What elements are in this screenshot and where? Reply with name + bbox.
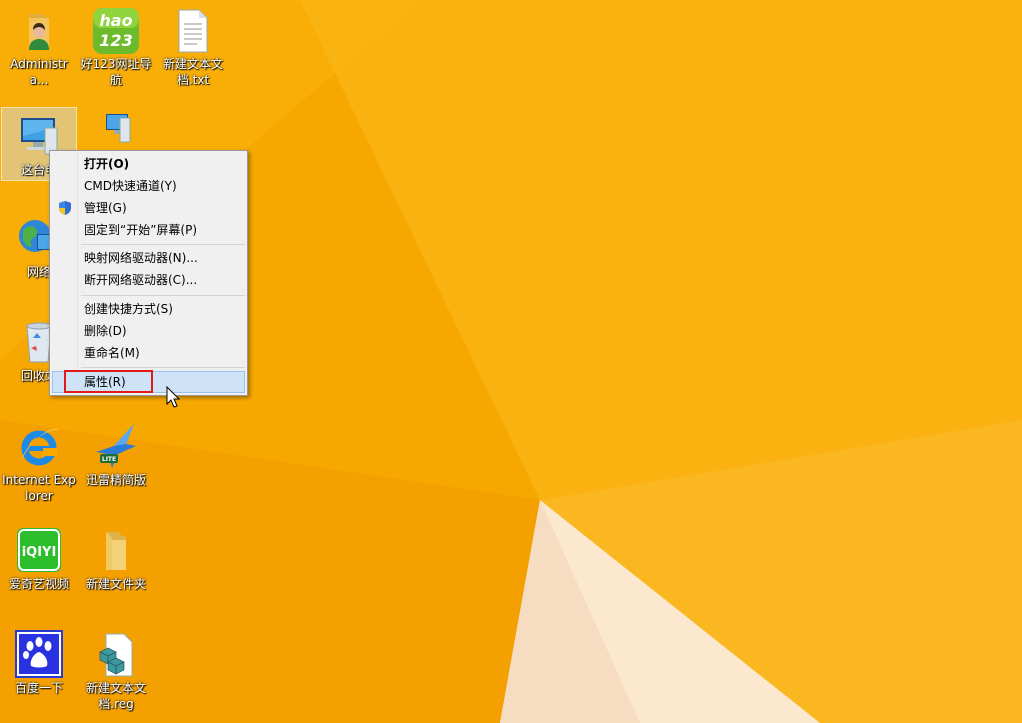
mouse-cursor-icon bbox=[166, 386, 180, 408]
menu-separator bbox=[81, 367, 245, 368]
thunder-bird-icon: LITE bbox=[92, 422, 140, 470]
internet-explorer-icon bbox=[15, 422, 63, 470]
uac-shield-icon bbox=[57, 200, 73, 216]
icon-label: 好123网址导航 bbox=[80, 57, 152, 87]
icon-label: Administra... bbox=[10, 57, 68, 87]
registry-file-icon bbox=[92, 630, 140, 678]
annotation-highlight-box bbox=[64, 370, 153, 393]
menu-item-rename[interactable]: 重命名(M) bbox=[52, 342, 245, 364]
hao123-icon: hao 123 bbox=[92, 6, 140, 54]
icon-label: 爱奇艺视频 bbox=[8, 577, 69, 591]
icon-label: 新建文本文档.reg bbox=[85, 681, 146, 711]
menu-separator bbox=[81, 295, 245, 296]
menu-item-label: 重命名(M) bbox=[84, 346, 140, 360]
desktop-icon-internet-explorer[interactable]: Internet Explorer bbox=[2, 418, 76, 504]
baidu-paw-icon bbox=[15, 630, 63, 678]
desktop-icon-administrator[interactable]: Administra... bbox=[2, 2, 76, 88]
menu-item-pin-to-start[interactable]: 固定到“开始”屏幕(P) bbox=[52, 219, 245, 241]
desktop-icon-new-folder[interactable]: 新建文件夹 bbox=[79, 522, 153, 592]
lite-badge: LITE bbox=[102, 456, 116, 463]
icon-label: Internet Explorer bbox=[2, 473, 76, 503]
menu-item-label: 映射网络驱动器(N)... bbox=[84, 251, 198, 265]
user-folder-icon bbox=[15, 6, 63, 54]
menu-item-label: 打开(O) bbox=[84, 157, 130, 171]
text-document-icon bbox=[169, 6, 217, 54]
menu-separator bbox=[81, 244, 245, 245]
icon-label: 新建文本文档.txt bbox=[162, 57, 223, 87]
desktop-icon-thunder-lite[interactable]: LITE 迅雷精简版 bbox=[79, 418, 153, 488]
iqiyi-logo-text: iQIYI bbox=[22, 545, 57, 560]
desktop-icon-hao123[interactable]: hao 123 好123网址导航 bbox=[79, 2, 153, 88]
menu-item-delete[interactable]: 删除(D) bbox=[52, 320, 245, 342]
icon-label: 迅雷精简版 bbox=[85, 473, 146, 487]
desktop-icon-baidu[interactable]: 百度一下 bbox=[2, 626, 76, 696]
icon-label: 百度一下 bbox=[14, 681, 63, 695]
icon-label: 新建文件夹 bbox=[85, 577, 146, 591]
menu-item-label: 删除(D) bbox=[84, 324, 127, 338]
menu-item-manage[interactable]: 管理(G) bbox=[52, 197, 245, 219]
menu-item-create-shortcut[interactable]: 创建快捷方式(S) bbox=[52, 298, 245, 320]
menu-item-disconnect-network-drive[interactable]: 断开网络驱动器(C)... bbox=[52, 269, 245, 291]
menu-item-label: 断开网络驱动器(C)... bbox=[84, 273, 198, 287]
svg-text:hao: hao bbox=[99, 11, 132, 30]
desktop-icon-iqiyi[interactable]: iQIYI 爱奇艺视频 bbox=[2, 522, 76, 592]
menu-item-label: CMD快速通道(Y) bbox=[84, 179, 177, 193]
folder-icon bbox=[92, 526, 140, 574]
menu-item-open[interactable]: 打开(O) bbox=[52, 153, 245, 175]
iqiyi-icon: iQIYI bbox=[15, 526, 63, 574]
context-menu: 打开(O) CMD快速通道(Y) 管理(G) 固定到“开始”屏幕(P) 映射网络… bbox=[49, 150, 248, 396]
menu-item-label: 创建快捷方式(S) bbox=[84, 302, 173, 316]
menu-item-label: 固定到“开始”屏幕(P) bbox=[84, 223, 198, 237]
menu-item-map-network-drive[interactable]: 映射网络驱动器(N)... bbox=[52, 247, 245, 269]
desktop-icon-new-text-doc[interactable]: 新建文本文档.txt bbox=[156, 2, 230, 88]
menu-item-cmd-quick-access[interactable]: CMD快速通道(Y) bbox=[52, 175, 245, 197]
menu-item-label: 管理(G) bbox=[84, 201, 127, 215]
desktop-icon-new-reg[interactable]: 新建文本文档.reg bbox=[79, 626, 153, 712]
svg-text:123: 123 bbox=[99, 31, 132, 50]
